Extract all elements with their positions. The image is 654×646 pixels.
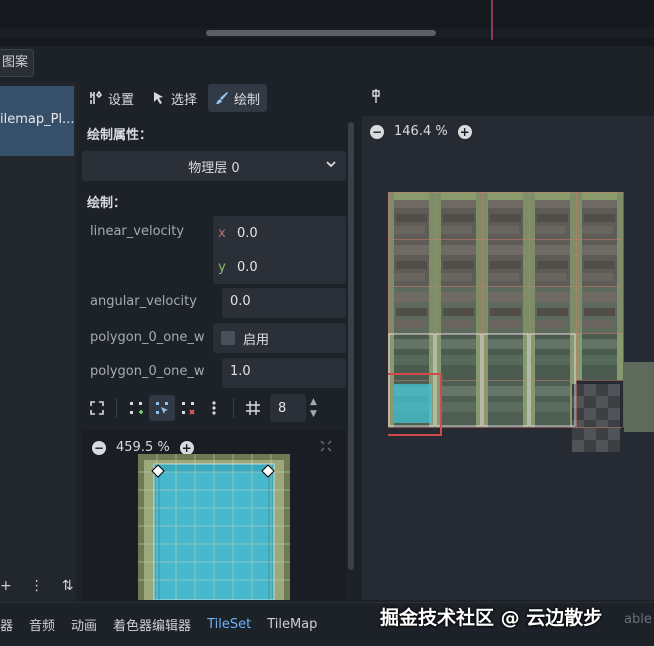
- x-axis-label: x: [218, 225, 226, 241]
- physics-layer-select[interactable]: 物理层 0: [82, 151, 346, 181]
- delete-point-button[interactable]: [175, 395, 201, 421]
- grid-size-spinbox[interactable]: 8: [270, 394, 306, 422]
- chevron-down-icon[interactable]: ▼: [310, 408, 317, 420]
- center-view-icon[interactable]: [318, 438, 334, 454]
- tab-patterns[interactable]: 图案: [0, 49, 34, 77]
- tab-tilemap[interactable]: TileMap: [267, 617, 317, 632]
- sort-icon[interactable]: ⇅: [62, 578, 74, 594]
- linear-velocity-field: x 0.0 y 0.0: [213, 216, 346, 284]
- watermark-text: 掘金技术社区 @ 云边散步: [380, 607, 603, 629]
- fit-view-button[interactable]: [84, 395, 110, 421]
- edit-points-icon: [156, 402, 168, 414]
- paint-mode-button[interactable]: 绘制: [208, 84, 268, 112]
- top-scrollbar-thumb[interactable]: [206, 30, 436, 36]
- polygon-one-way-toggle[interactable]: 启用: [213, 323, 346, 353]
- delete-point-icon: [182, 402, 195, 415]
- linear-velocity-y-row[interactable]: y 0.0: [213, 250, 346, 284]
- tab-animation[interactable]: 动画: [71, 615, 97, 634]
- timeline-marker: [491, 0, 493, 40]
- more-icon: [212, 401, 216, 415]
- tileset-mode-toolbar: 设置 选择 绘制: [82, 84, 268, 112]
- chevron-up-icon[interactable]: ▲: [310, 396, 317, 408]
- physics-layer-value: 物理层 0: [188, 160, 240, 176]
- tab-tileset[interactable]: TileSet: [207, 617, 251, 632]
- atlas-zoom-controls: − 146.4 % +: [370, 124, 472, 139]
- tile-collision-preview[interactable]: [138, 454, 290, 600]
- preview-zoom-value: 459.5 %: [116, 440, 170, 455]
- tools-icon: [90, 91, 103, 104]
- select-mode-label: 选择: [171, 92, 198, 108]
- angular-velocity-value[interactable]: 0.0: [230, 294, 251, 309]
- linear-velocity-label: linear_velocity: [90, 224, 185, 239]
- y-axis-label: y: [218, 259, 226, 275]
- tab-debugger[interactable]: 器: [0, 615, 13, 634]
- polygon-one-way-margin-label: polygon_0_one_w: [90, 364, 205, 379]
- chevron-down-icon: [326, 161, 336, 168]
- collision-polygon-overlay: [394, 384, 432, 423]
- cursor-icon: [154, 92, 164, 104]
- linear-velocity-x-row[interactable]: x 0.0: [213, 216, 346, 250]
- checkbox[interactable]: [221, 331, 235, 345]
- setup-mode-label: 设置: [108, 92, 135, 108]
- source-list-actions: + ⋮ ⇅: [0, 574, 76, 598]
- expand-icon: [90, 401, 104, 415]
- add-source-icon[interactable]: +: [0, 578, 12, 594]
- select-mode-button[interactable]: 选择: [145, 84, 204, 112]
- tab-shader-editor[interactable]: 着色器编辑器: [113, 615, 191, 634]
- divider: [233, 398, 234, 418]
- preview-zoom-controls: − 459.5 % +: [92, 440, 194, 455]
- paint-properties-heading: 绘制属性：: [87, 128, 153, 143]
- paint-mode-label: 绘制: [234, 92, 261, 108]
- zoom-in-button[interactable]: +: [179, 440, 194, 455]
- tab-audio[interactable]: 音频: [29, 615, 55, 634]
- paint-heading: 绘制：: [87, 196, 127, 211]
- atlas-zoom-value: 146.4 %: [394, 124, 448, 139]
- more-tools-button[interactable]: [201, 395, 227, 421]
- pin-icon[interactable]: [370, 88, 382, 104]
- linear-velocity-y-value[interactable]: 0.0: [231, 260, 258, 275]
- paint-tools-row: 8 ▲ ▼: [84, 393, 348, 423]
- grid-icon: [246, 401, 260, 415]
- more-options-icon[interactable]: ⋮: [30, 578, 44, 594]
- tileset-source-item[interactable]: ilemap_Pl...: [0, 86, 74, 156]
- brush-icon: [216, 92, 229, 104]
- divider: [116, 398, 117, 418]
- tileset-list-panel: [0, 82, 76, 602]
- angular-velocity-label: angular_velocity: [90, 294, 197, 309]
- inspector-scrollbar[interactable]: [348, 122, 354, 570]
- spinbox-arrows[interactable]: ▲ ▼: [310, 396, 317, 420]
- add-point-button[interactable]: [123, 395, 149, 421]
- top-panel: [0, 0, 654, 46]
- clipped-tab-text: able: [624, 612, 652, 627]
- angular-velocity-field[interactable]: 0.0: [222, 288, 346, 318]
- tile-atlas-grid[interactable]: [388, 192, 654, 476]
- add-point-icon: [130, 402, 143, 414]
- polygon-one-way-margin-field[interactable]: 1.0: [222, 358, 346, 388]
- snap-grid-button[interactable]: [240, 395, 266, 421]
- linear-velocity-x-value[interactable]: 0.0: [231, 226, 258, 241]
- polygon-one-way-value: 启用: [243, 332, 270, 348]
- edit-points-button[interactable]: [149, 395, 175, 421]
- zoom-out-button[interactable]: −: [92, 440, 106, 455]
- polygon-one-way-margin-value[interactable]: 1.0: [230, 364, 251, 379]
- setup-mode-button[interactable]: 设置: [82, 84, 141, 112]
- polygon-one-way-label: polygon_0_one_w: [90, 330, 205, 345]
- zoom-in-button[interactable]: +: [457, 124, 472, 139]
- zoom-out-button[interactable]: −: [370, 124, 384, 139]
